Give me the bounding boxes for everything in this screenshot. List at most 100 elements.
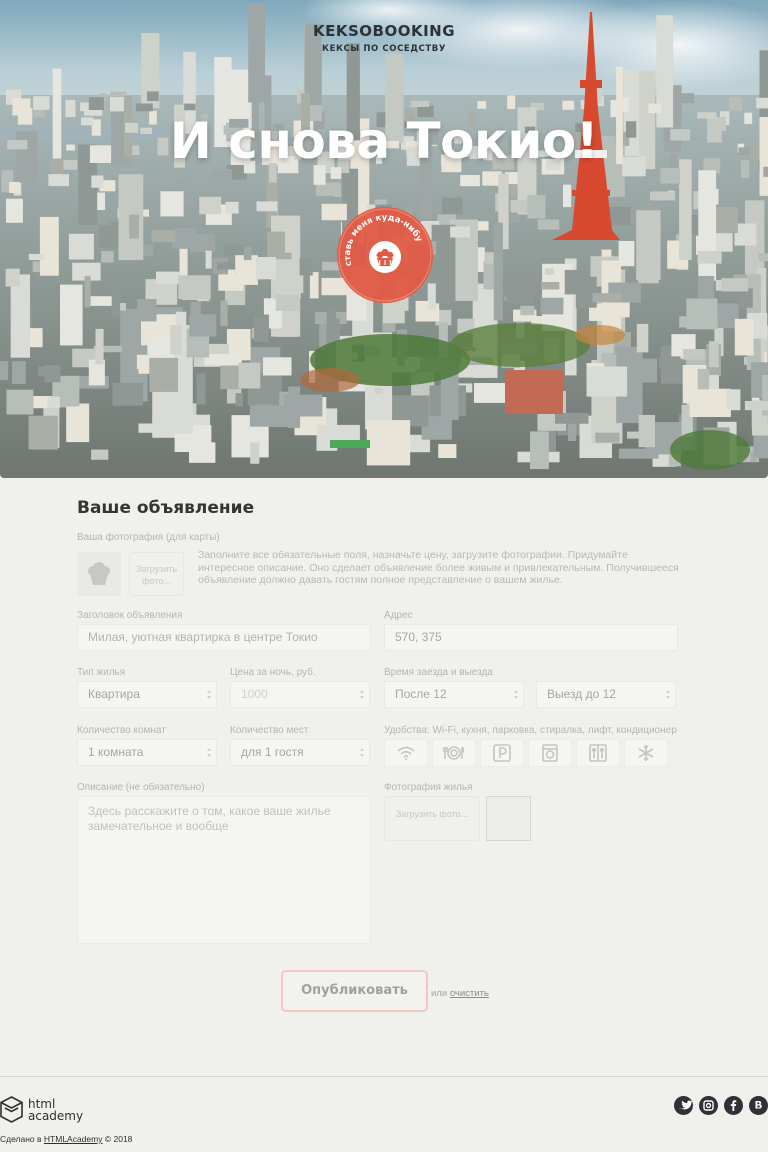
title-input[interactable]: Милая, уютная квартирка в центре Токио: [77, 624, 371, 651]
map-building: [507, 95, 516, 109]
map-building: [48, 174, 69, 187]
map-building: [170, 325, 182, 355]
map-building: [366, 420, 411, 466]
feature-dishwasher[interactable]: [432, 739, 476, 767]
map-building: [160, 191, 184, 217]
map-building: [276, 274, 304, 294]
washer-icon: [542, 744, 558, 762]
map-building: [544, 268, 554, 275]
feature-conditioner[interactable]: [624, 739, 668, 767]
map-building: [256, 201, 278, 212]
twitter-link[interactable]: [674, 1096, 693, 1115]
map-building: [238, 362, 261, 389]
form-title: Ваше объявление: [77, 498, 255, 518]
map-building: [199, 196, 222, 215]
map-building: [513, 286, 526, 298]
rooms-select[interactable]: 1 комната: [77, 739, 217, 766]
parking-icon: [493, 744, 511, 762]
hero-title: И снова Токио!: [169, 112, 599, 170]
feature-parking[interactable]: [480, 739, 524, 767]
map-building: [33, 428, 54, 440]
feature-wifi[interactable]: [384, 739, 428, 767]
price-input[interactable]: 1000: [230, 681, 370, 708]
map-building: [686, 298, 718, 330]
wifi-icon: [397, 746, 415, 760]
checkout-select[interactable]: Выезд до 12: [536, 681, 676, 708]
map-building: [586, 366, 627, 397]
feature-elevator[interactable]: [576, 739, 620, 767]
map-building: [129, 214, 139, 239]
map-building: [12, 361, 26, 384]
chevron-updown-icon: [206, 748, 213, 757]
map-building: [721, 278, 749, 292]
map-building: [540, 297, 564, 315]
map-building: [609, 206, 631, 226]
feature-washer[interactable]: [528, 739, 572, 767]
price-label: Цена за ночь, руб.: [230, 667, 316, 678]
facebook-link[interactable]: [724, 1096, 743, 1115]
spinner-icon[interactable]: [359, 690, 366, 699]
map[interactable]: KEKSOBOOKING КЕКСЫ ПО СОСЕДСТВУ И снова …: [0, 0, 768, 478]
main-pin[interactable]: Поставь меня куда-нибудь: [316, 188, 434, 304]
map-building: [698, 170, 717, 281]
description-textarea[interactable]: Здесь расскажите о том, какое ваше жилье…: [77, 796, 371, 944]
avatar-label: Ваша фотография (для карты): [77, 532, 220, 543]
vk-link[interactable]: [749, 1096, 768, 1115]
vk-icon: [755, 1101, 762, 1109]
chevron-updown-icon: [513, 690, 520, 699]
footer-divider: [0, 1076, 768, 1077]
map-building: [438, 444, 457, 458]
map-building: [84, 276, 91, 308]
map-building: [333, 183, 342, 197]
map-building: [309, 272, 319, 299]
copyright: Сделано в HTMLAcademy © 2018: [0, 1134, 132, 1144]
submit-button[interactable]: Опубликовать: [281, 970, 428, 1012]
map-building: [155, 425, 194, 434]
map-building: [562, 100, 575, 110]
map-building: [179, 248, 188, 277]
conditioner-icon: [638, 745, 654, 761]
map-building: [151, 230, 176, 242]
logo[interactable]: KEKSOBOOKING КЕКСЫ ПО СОСЕДСТВУ: [0, 22, 768, 54]
map-building: [595, 432, 620, 443]
map-building: [66, 403, 90, 443]
instagram-link[interactable]: [699, 1096, 718, 1115]
type-select[interactable]: Квартира: [77, 681, 217, 708]
features-label: Удобства: Wi-Fi, кухня, парковка, стирал…: [384, 725, 677, 736]
map-building: [32, 261, 40, 273]
checkin-select[interactable]: После 12: [384, 681, 524, 708]
map-building: [729, 97, 743, 111]
avatar-upload-button[interactable]: Загрузить фото...: [129, 552, 184, 596]
map-building: [0, 361, 9, 381]
academy-logo[interactable]: html academy: [0, 1096, 83, 1123]
logo-title: KEKSOBOOKING: [312, 22, 456, 40]
photos-upload-button[interactable]: Загрузить фото...: [384, 796, 480, 841]
map-building: [650, 191, 676, 201]
map-building: [68, 233, 94, 260]
map-building: [91, 175, 104, 188]
photo-preview: [486, 796, 531, 841]
map-building: [734, 318, 754, 356]
map-building: [220, 300, 228, 327]
address-input[interactable]: 570, 375: [384, 624, 678, 651]
dishwasher-icon: [443, 746, 465, 760]
map-building: [450, 226, 470, 238]
map-building: [520, 305, 535, 316]
map-building: [190, 233, 215, 253]
map-building: [28, 253, 45, 261]
copyright-link[interactable]: HTMLAcademy: [44, 1134, 103, 1144]
map-building: [660, 168, 680, 184]
map-building: [137, 299, 157, 322]
map-building: [744, 401, 768, 411]
map-building: [618, 448, 659, 459]
type-label: Тип жилья: [77, 667, 126, 678]
map-building: [205, 250, 212, 269]
map-building: [442, 197, 463, 214]
map-building: [689, 388, 731, 417]
capacity-select-value: для 1 гостя: [241, 745, 304, 759]
capacity-select[interactable]: для 1 гостя: [230, 739, 370, 766]
reset-link[interactable]: очистить: [450, 988, 489, 999]
map-building: [225, 201, 239, 214]
academy-logo-icon: [0, 1096, 23, 1123]
map-building: [135, 103, 153, 112]
